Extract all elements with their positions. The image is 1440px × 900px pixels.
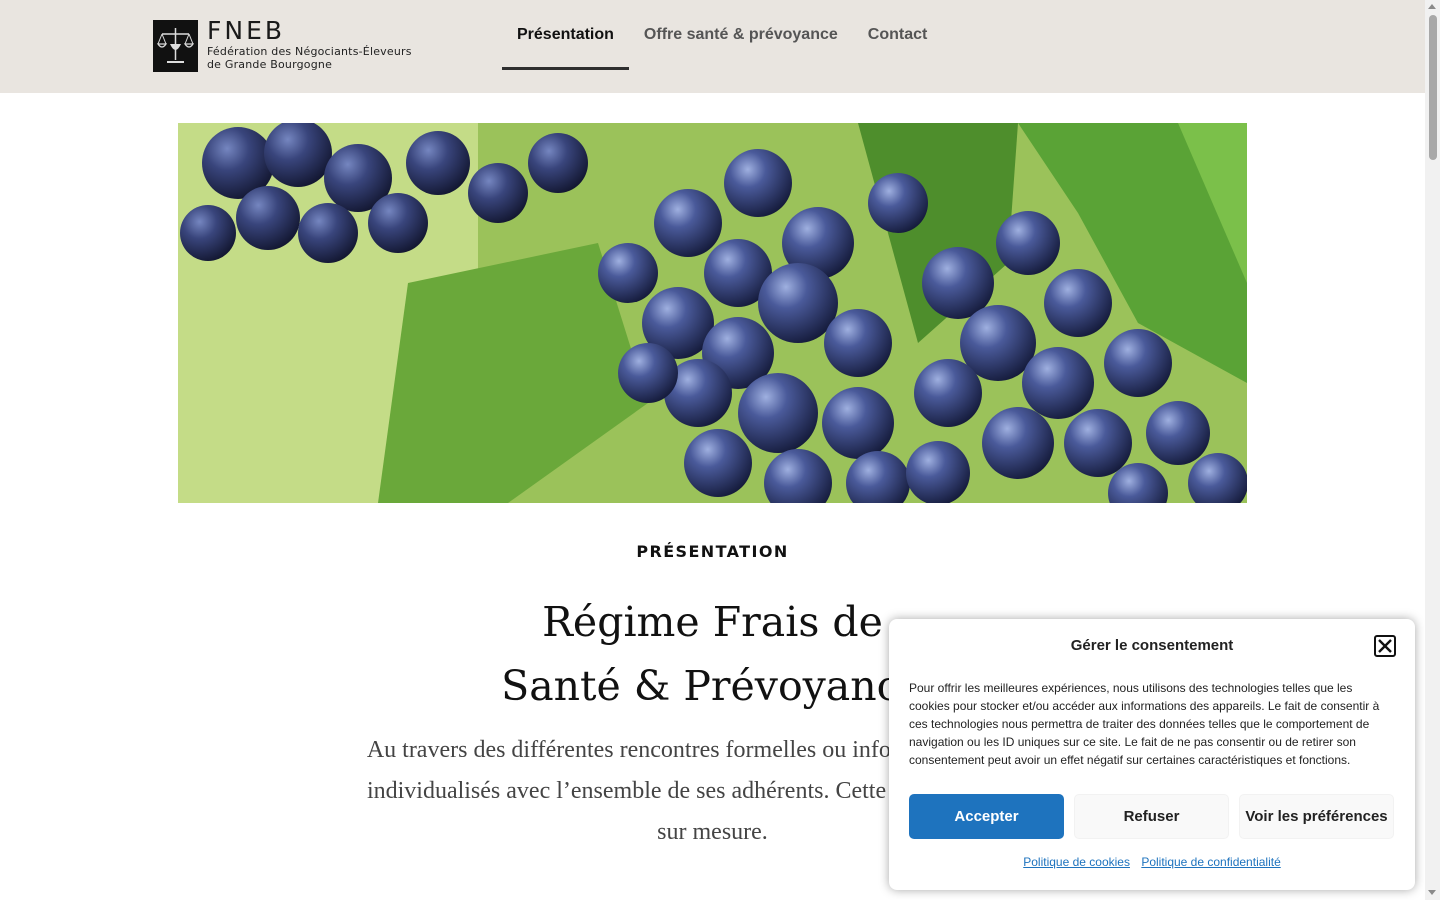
scroll-up-icon[interactable] — [1428, 4, 1436, 9]
accept-button[interactable]: Accepter — [909, 794, 1064, 839]
close-icon[interactable] — [1374, 635, 1396, 657]
preferences-button[interactable]: Voir les préférences — [1239, 794, 1394, 839]
page-scrollbar[interactable] — [1425, 0, 1440, 900]
nav-item-presentation[interactable]: Présentation — [502, 0, 629, 70]
nav-item-offre[interactable]: Offre santé & prévoyance — [629, 0, 853, 70]
cookie-consent-dialog: Gérer le consentement Pour offrir les me… — [889, 619, 1415, 890]
privacy-policy-link[interactable]: Politique de confidentialité — [1141, 855, 1280, 869]
logo-fullname-line2: de Grande Bourgogne — [207, 58, 333, 71]
scales-logo-icon — [153, 20, 198, 72]
nav-item-contact[interactable]: Contact — [853, 0, 943, 70]
main-nav: Présentation Offre santé & prévoyance Co… — [502, 0, 942, 93]
consent-links: Politique de cookies Politique de confid… — [889, 855, 1415, 869]
logo-abbr: FNEB — [207, 16, 286, 45]
cookie-policy-link[interactable]: Politique de cookies — [1023, 855, 1130, 869]
refuse-button[interactable]: Refuser — [1074, 794, 1229, 839]
section-eyebrow: PRÉSENTATION — [636, 542, 789, 561]
logo-fullname-line1: Fédération des Négociants-Éleveurs — [207, 45, 412, 58]
hero-grapes-image — [178, 123, 1247, 503]
logo-text: FNEB Fédération des Négociants-Éleveurs … — [207, 16, 412, 72]
consent-title: Gérer le consentement — [1070, 637, 1234, 654]
site-header: FNEB Fédération des Négociants-Éleveurs … — [0, 0, 1425, 93]
consent-message: Pour offrir les meilleures expériences, … — [909, 681, 1380, 767]
scroll-thumb[interactable] — [1429, 15, 1437, 160]
scroll-down-icon[interactable] — [1428, 890, 1436, 895]
site-logo[interactable]: FNEB Fédération des Négociants-Éleveurs … — [153, 16, 412, 72]
